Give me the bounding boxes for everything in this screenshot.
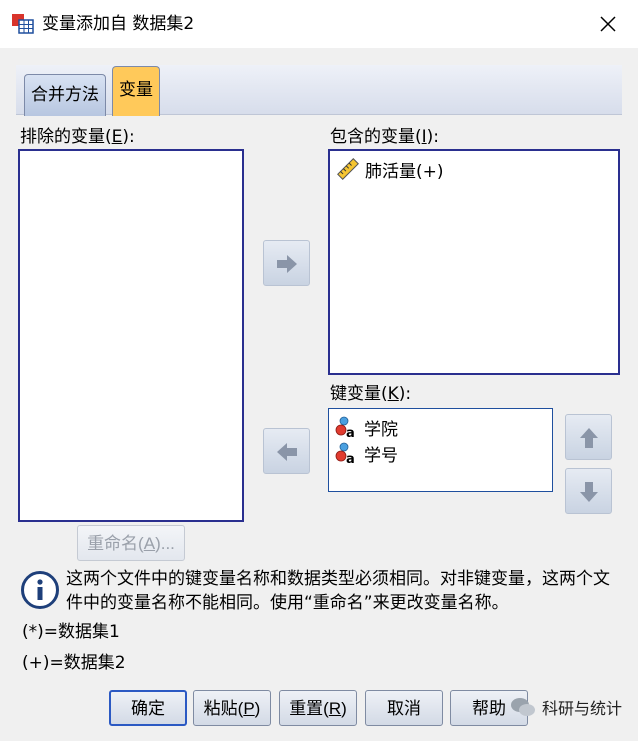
list-item[interactable]: a 学院 [335, 415, 398, 440]
key-variables-list[interactable]: a 学院 a 学号 [328, 408, 553, 492]
list-item[interactable]: 肺活量(+) [336, 157, 444, 182]
watermark-text: 科研与统计 [542, 699, 623, 718]
included-variables-list[interactable]: 肺活量(+) [328, 149, 620, 375]
window-title: 变量添加自 数据集2 [42, 14, 195, 34]
rename-button[interactable]: 重命名(A)... [77, 525, 185, 561]
ok-button[interactable]: 确定 [109, 690, 187, 726]
wechat-icon [511, 698, 535, 716]
list-item-label: 学号 [364, 445, 398, 466]
list-item[interactable]: a 学号 [335, 441, 398, 466]
move-up-button[interactable] [565, 414, 612, 460]
nominal-string-icon: a [335, 416, 355, 439]
tab-variables[interactable]: 变量 [112, 66, 160, 116]
excluded-variables-list[interactable] [18, 149, 244, 522]
spss-app-icon [12, 14, 34, 34]
excluded-variables-label: 排除的变量(E): [20, 127, 135, 147]
close-icon[interactable] [594, 10, 622, 38]
included-variables-label: 包含的变量(I): [330, 127, 440, 147]
info-message: 这两个文件中的键变量名称和数据类型必须相同。对非键变量，这两个文件中的变量名称不… [66, 569, 610, 613]
tab-strip: 合并方法 变量 [16, 65, 622, 116]
svg-text:a: a [346, 426, 355, 439]
tab-merge-method[interactable]: 合并方法 [24, 74, 106, 116]
cancel-button[interactable]: 取消 [365, 690, 443, 726]
list-item-label: 学院 [364, 419, 398, 440]
move-to-excluded-button[interactable] [263, 428, 310, 474]
paste-button[interactable]: 粘贴(P) [193, 690, 271, 726]
info-icon [21, 571, 59, 609]
arrow-right-icon [277, 255, 297, 273]
legend-dataset2: (+)=数据集2 [22, 653, 126, 673]
arrow-left-icon [277, 443, 297, 461]
key-variables-label: 键变量(K): [330, 384, 412, 404]
title-bar: 变量添加自 数据集2 [0, 0, 638, 48]
scale-ruler-icon [337, 158, 359, 180]
list-item-label: 肺活量(+) [365, 161, 444, 182]
dialog-body: 合并方法 变量 排除的变量(E): 重命名(A)... 包含的变量(I): 肺活… [0, 48, 638, 741]
svg-text:a: a [346, 452, 355, 465]
move-down-button[interactable] [565, 468, 612, 514]
legend-dataset1: (*)=数据集1 [22, 622, 120, 642]
move-to-included-button[interactable] [263, 240, 310, 286]
arrow-up-icon [580, 428, 598, 448]
watermark: 科研与统计 [510, 695, 622, 719]
nominal-string-icon: a [335, 442, 355, 465]
reset-button[interactable]: 重置(R) [279, 690, 357, 726]
arrow-down-icon [580, 482, 598, 502]
